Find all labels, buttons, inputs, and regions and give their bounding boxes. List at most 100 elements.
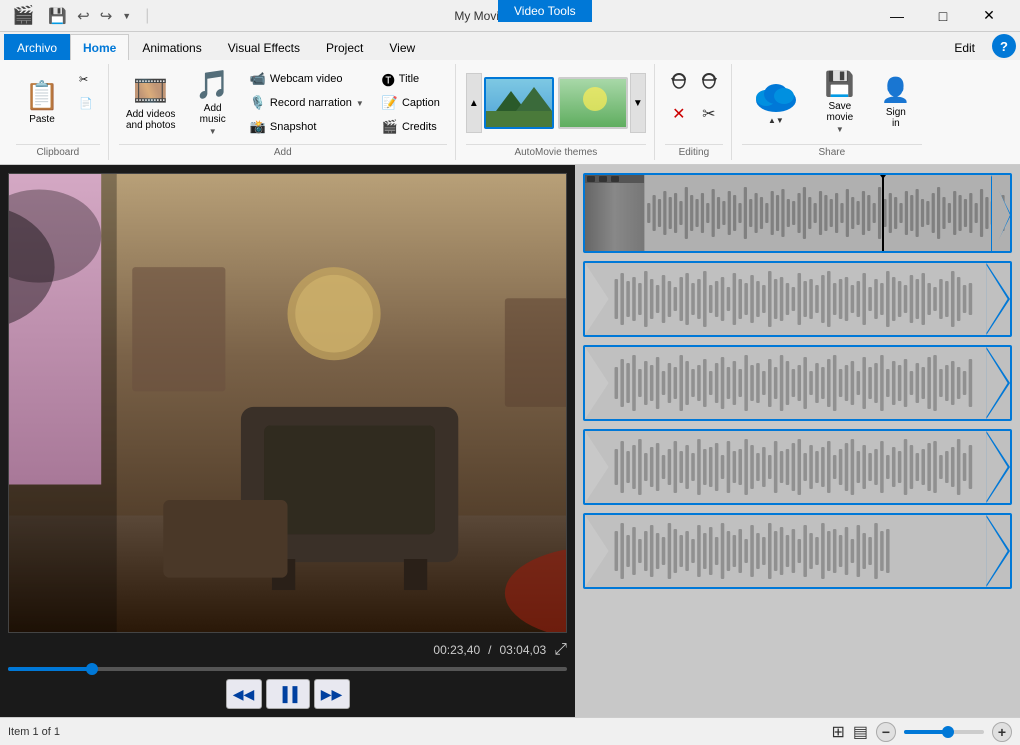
expand-preview-button[interactable]: ⤢ (554, 641, 567, 659)
time-separator: / (488, 643, 491, 657)
storyboard-view-icon[interactable]: ⊞ (831, 722, 844, 742)
redo-qat-btn[interactable]: ↪ (96, 5, 117, 27)
tab-project[interactable]: Project (313, 34, 376, 60)
ribbon: Archivo Home Animations Visual Effects P… (0, 32, 1020, 165)
close-button[interactable]: ✕ (966, 0, 1012, 32)
video-tools-badge: Video Tools (498, 0, 592, 22)
clip-1-thumbnail (585, 175, 645, 251)
tab-visual-effects[interactable]: Visual Effects (215, 34, 313, 60)
status-bar: Item 1 of 1 ⊞ ▤ − + (0, 717, 1020, 745)
title-label: Title (399, 73, 419, 85)
theme-svg-2 (560, 79, 628, 129)
save-movie-label: Save movie (827, 101, 854, 123)
preview-scrubber-thumb[interactable] (86, 663, 98, 675)
paste-button[interactable]: 📋 Paste (16, 68, 68, 136)
copy-button[interactable]: 📄 (72, 92, 100, 114)
remove-button[interactable]: ✕ (665, 100, 693, 128)
tab-animations[interactable]: Animations (129, 34, 214, 60)
clip-3-svg (585, 347, 1010, 419)
save-movie-button[interactable]: 💾 Save movie ▼ (814, 68, 866, 136)
caption-button[interactable]: 📝 Caption (375, 92, 447, 114)
timeline-clip-5[interactable] (583, 513, 1012, 589)
webcam-icon: 📹 (250, 71, 266, 87)
theme-item-1[interactable] (484, 77, 554, 129)
clip-1-waveform-svg (645, 175, 1010, 251)
rotate-left-button[interactable] (665, 68, 693, 96)
window-controls: — □ ✕ (874, 0, 1012, 32)
snapshot-button[interactable]: 📸 Snapshot (243, 116, 371, 138)
zoom-in-button[interactable]: + (992, 722, 1012, 742)
timeline-clip-3[interactable] (583, 345, 1012, 421)
zoom-slider[interactable] (904, 730, 984, 734)
editing-group-label: Editing (665, 144, 723, 160)
rewind-button[interactable]: ◀◀ (226, 679, 262, 709)
zoom-slider-thumb[interactable] (942, 726, 954, 738)
tab-view[interactable]: View (376, 34, 428, 60)
clip-1-arrow-inner (992, 175, 1010, 253)
preview-scene-svg (9, 174, 566, 632)
timeline-clip-1[interactable] (583, 173, 1012, 253)
cut-button[interactable]: ✂ (72, 68, 100, 90)
theme-svg-1 (486, 79, 554, 129)
preview-scrubber[interactable] (8, 667, 567, 671)
forward-button[interactable]: ▶▶ (314, 679, 350, 709)
credits-button[interactable]: 🎬 Credits (375, 116, 447, 138)
preview-panel: 00:23,40 / 03:04,03 ⤢ ◀◀ ▐▐ ▶▶ (0, 165, 575, 717)
sign-in-label: Sign in (886, 107, 906, 129)
add-videos-button[interactable]: 🎞️ Add videos and photos (119, 68, 183, 136)
undo-qat-btn[interactable]: ↩ (73, 5, 94, 27)
timeline-view-icon[interactable]: ▤ (853, 722, 868, 742)
title-bar: 🎬 💾 ↩ ↪ ▼ | My Movie - Movie Maker Video… (0, 0, 1020, 32)
cloud-save-button[interactable]: ▲▼ (742, 68, 810, 136)
theme-item-2[interactable] (558, 77, 628, 129)
add-videos-label: Add videos and photos (126, 109, 176, 131)
sign-in-icon: 👤 (881, 76, 911, 105)
main-content: 00:23,40 / 03:04,03 ⤢ ◀◀ ▐▐ ▶▶ (0, 165, 1020, 717)
clipboard-group-label: Clipboard (16, 144, 100, 160)
add-videos-icon: 🎞️ (133, 74, 168, 107)
copy-icon: 📄 (79, 97, 93, 110)
timeline-scroll-area[interactable] (575, 165, 1020, 717)
current-time: 00:23,40 (433, 643, 480, 657)
zoom-out-button[interactable]: − (876, 722, 896, 742)
clip-1-waveform (645, 175, 1010, 251)
clip-5-svg (585, 515, 1010, 587)
trim-button[interactable]: ✂ (695, 100, 723, 128)
help-button[interactable]: ? (992, 34, 1016, 58)
play-pause-button[interactable]: ▐▐ (266, 679, 310, 709)
snapshot-label: Snapshot (270, 121, 316, 133)
share-group-label: Share (742, 144, 922, 160)
record-narration-dropdown-icon: ▼ (356, 99, 364, 108)
save-movie-icon: 💾 (825, 70, 855, 99)
themes-scroll-up-button[interactable]: ▲ (466, 73, 482, 133)
qat-dropdown-btn[interactable]: ▼ (118, 9, 135, 23)
record-narration-label: Record narration (270, 97, 352, 109)
rotate-right-button[interactable] (695, 68, 723, 96)
pause-icon: ▐▐ (278, 686, 298, 702)
add-group-label: Add (119, 144, 447, 160)
webcam-video-button[interactable]: 📹 Webcam video (243, 68, 371, 90)
separator-1: | (141, 5, 153, 27)
record-narration-button[interactable]: 🎙️ Record narration ▼ (243, 92, 371, 114)
video-preview (8, 173, 567, 633)
themes-scroll-down-button[interactable]: ▼ (630, 73, 646, 133)
title-button[interactable]: 🅣 Title (375, 68, 447, 90)
cloud-save-scroll-arrows: ▲▼ (768, 116, 784, 125)
save-movie-dropdown-icon: ▼ (836, 125, 844, 134)
add-group: 🎞️ Add videos and photos 🎵 Add music ▼ 📹… (111, 64, 456, 160)
sign-in-button[interactable]: 👤 Sign in (870, 68, 922, 136)
quick-access-toolbar: 🎬 💾 ↩ ↪ ▼ | (8, 3, 157, 28)
tab-home[interactable]: Home (70, 34, 129, 60)
total-time: 03:04,03 (499, 643, 546, 657)
timeline-clip-2[interactable] (583, 261, 1012, 337)
ribbon-tabs: Archivo Home Animations Visual Effects P… (0, 32, 1020, 60)
save-qat-btn[interactable]: 💾 (44, 5, 71, 27)
minimize-button[interactable]: — (874, 0, 920, 32)
clip-4-svg (585, 431, 1010, 503)
add-music-button[interactable]: 🎵 Add music ▼ (187, 68, 239, 136)
timeline-clip-4[interactable] (583, 429, 1012, 505)
tab-archivo[interactable]: Archivo (4, 34, 70, 60)
caption-label: Caption (402, 97, 440, 109)
tab-edit[interactable]: Edit (941, 34, 988, 60)
maximize-button[interactable]: □ (920, 0, 966, 32)
